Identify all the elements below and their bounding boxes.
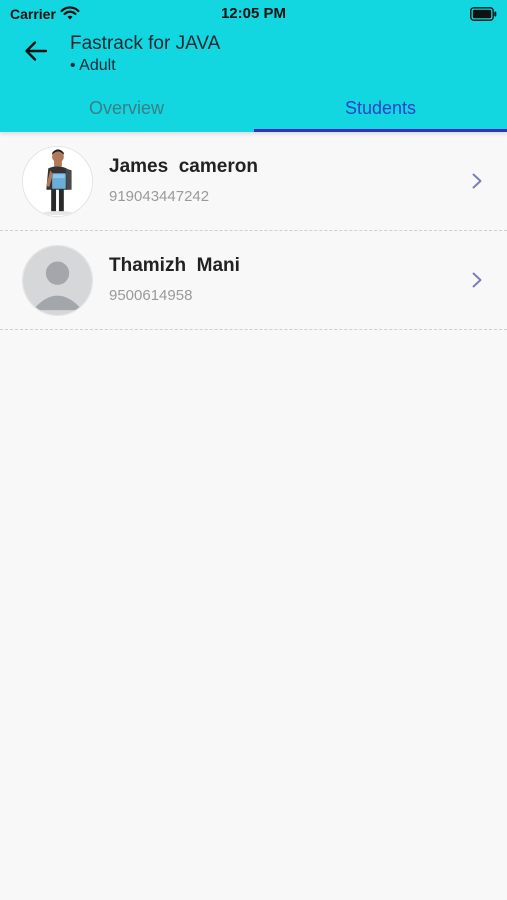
students-list: James cameron 919043447242 Thamizh Mani …	[0, 132, 507, 330]
app-header: Carrier 12:05 PM Fastrack for JAVA • Adu…	[0, 0, 507, 132]
battery-icon	[470, 7, 497, 21]
list-item[interactable]: James cameron 919043447242	[0, 132, 507, 231]
tab-students[interactable]: Students	[254, 84, 507, 132]
tab-bar: Overview Students	[0, 84, 507, 132]
list-item[interactable]: Thamizh Mani 9500614958	[0, 231, 507, 330]
student-phone: 9500614958	[109, 287, 193, 304]
header-titles: Fastrack for JAVA • Adult	[70, 33, 220, 76]
chevron-right-icon	[472, 272, 482, 288]
student-name: Thamizh Mani	[109, 255, 240, 276]
chevron-right-icon	[472, 173, 482, 189]
tab-overview[interactable]: Overview	[0, 84, 253, 132]
student-name: James cameron	[109, 156, 258, 177]
avatar-placeholder-icon	[23, 246, 92, 315]
course-title: Fastrack for JAVA	[70, 33, 221, 54]
back-arrow-icon	[25, 41, 48, 61]
student-phone: 919043447242	[109, 188, 210, 205]
status-time: 12:05 PM	[220, 5, 287, 22]
avatar	[22, 245, 93, 316]
back-button[interactable]	[20, 36, 52, 66]
student-photo	[23, 147, 92, 216]
status-bar: Carrier 12:05 PM	[0, 0, 507, 28]
avatar	[22, 146, 93, 217]
course-level: • Adult	[70, 57, 116, 74]
